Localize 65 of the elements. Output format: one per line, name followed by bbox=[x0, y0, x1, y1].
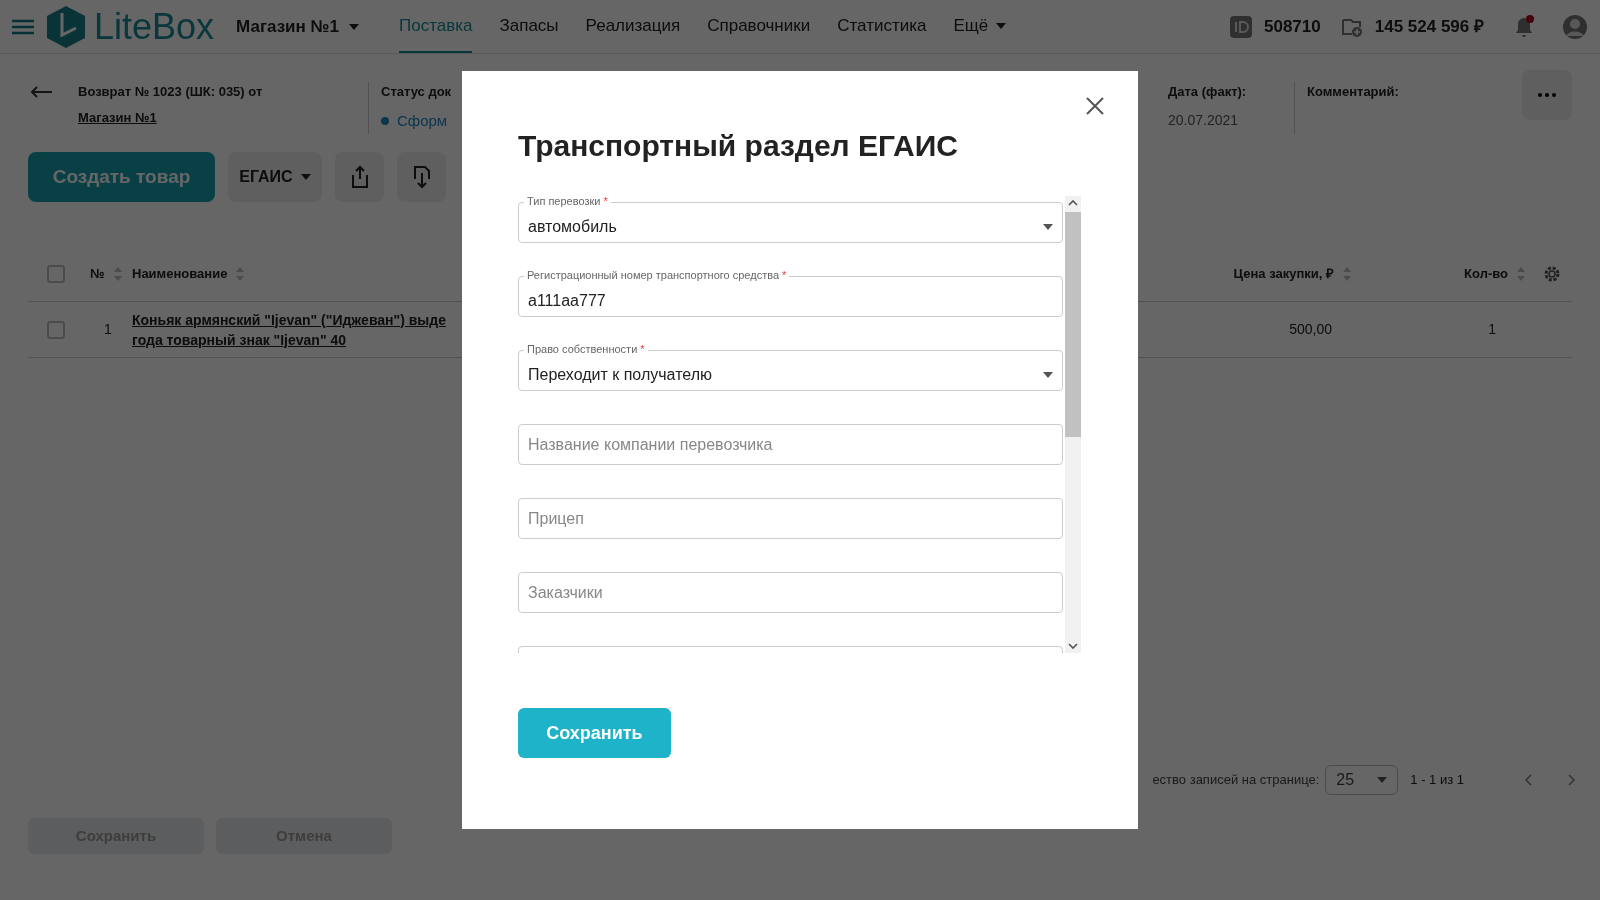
next-page-icon[interactable] bbox=[1568, 774, 1576, 786]
column-header[interactable]: Наименование bbox=[132, 263, 228, 284]
scroll-down-icon[interactable] bbox=[1068, 642, 1078, 650]
nav-tab[interactable]: Реализация bbox=[585, 0, 681, 53]
page-size-select[interactable]: 25 bbox=[1325, 765, 1399, 795]
field-label: Регистрационный номер транспортного средства * bbox=[524, 270, 790, 281]
logo-text: LiteBox bbox=[94, 8, 215, 45]
date-value: 20.07.2021 bbox=[1168, 110, 1240, 130]
checkbox[interactable] bbox=[47, 320, 65, 339]
field-label: Право собственности * bbox=[524, 344, 648, 355]
checkbox[interactable] bbox=[47, 264, 65, 283]
field-label: Тип перевозки * bbox=[524, 196, 611, 207]
export-button[interactable] bbox=[335, 152, 384, 202]
comment-label: Комментарий: bbox=[1307, 84, 1399, 99]
nav-tab[interactable]: Статистика bbox=[837, 0, 927, 53]
page-size-label: ество записей на странице: bbox=[1152, 771, 1320, 790]
sort-icon[interactable] bbox=[112, 265, 123, 282]
back-arrow-icon[interactable] bbox=[30, 86, 52, 98]
sort-icon[interactable] bbox=[235, 265, 246, 282]
caret-icon bbox=[300, 174, 311, 180]
menu-icon[interactable] bbox=[12, 18, 34, 35]
date-label: Дата (факт): bbox=[1168, 83, 1248, 101]
nav-tab[interactable]: Справочники bbox=[707, 0, 811, 53]
input-field[interactable]: Заказчики bbox=[518, 572, 1063, 613]
caret-icon bbox=[1043, 223, 1053, 230]
create-product-button[interactable]: Создать товар bbox=[28, 152, 215, 202]
save-button[interactable]: Сохранить bbox=[518, 708, 671, 758]
nav-tab[interactable]: Поставка bbox=[398, 0, 473, 53]
more-icon bbox=[1538, 93, 1556, 97]
input-field[interactable]: Прицеп bbox=[518, 498, 1063, 539]
store-link[interactable]: Магазин №1 bbox=[78, 107, 368, 127]
status-value: Сформ bbox=[397, 110, 448, 131]
scroll-up-icon[interactable] bbox=[1068, 199, 1078, 207]
egais-dropdown-button[interactable]: ЕГАИС bbox=[228, 152, 322, 202]
sort-icon[interactable] bbox=[1342, 265, 1352, 282]
import-button[interactable] bbox=[397, 152, 446, 202]
column-header[interactable]: Кол-во bbox=[1464, 263, 1508, 284]
nav-tab[interactable]: Запасы bbox=[499, 0, 559, 53]
avatar-icon[interactable] bbox=[1562, 13, 1588, 40]
caret-icon bbox=[1377, 777, 1388, 783]
caret-icon bbox=[1043, 371, 1053, 378]
table-cell-text: 500,00 bbox=[1289, 320, 1332, 339]
store-selector[interactable]: Магазин №1 bbox=[236, 13, 359, 40]
scrollbar[interactable] bbox=[1065, 196, 1081, 653]
balance-amount: 145 524 596 ₽ bbox=[1374, 15, 1484, 38]
close-icon[interactable] bbox=[1086, 97, 1104, 115]
table-cell-text: 1 bbox=[1488, 320, 1496, 339]
table-cell: 1 bbox=[104, 321, 112, 337]
previous-page-icon[interactable] bbox=[1524, 774, 1532, 786]
column-header[interactable]: Цена закупки, ₽ bbox=[1233, 263, 1334, 284]
id-icon bbox=[1230, 15, 1252, 38]
product-link[interactable]: Коньяк армянский "Ijevan" ("Иджеван") выде года товарный знак "Ijevan" 40 bbox=[132, 309, 462, 350]
document-title: Возврат № 1023 (ШК: 035) от bbox=[78, 83, 264, 101]
column-header[interactable]: № bbox=[90, 263, 105, 284]
sort-icon[interactable] bbox=[1516, 265, 1526, 282]
caret-icon bbox=[348, 23, 359, 30]
page-range: 1 - 1 из 1 bbox=[1410, 771, 1464, 790]
status-label: Статус док bbox=[381, 83, 452, 101]
nav-tab[interactable]: Ещё bbox=[953, 0, 1007, 53]
account-id: 508710 bbox=[1264, 15, 1321, 38]
upload-icon bbox=[349, 165, 370, 189]
download-icon bbox=[411, 165, 432, 189]
modal-title: Транспортный раздел ЕГАИС bbox=[518, 128, 958, 164]
logo-icon bbox=[46, 4, 86, 49]
input-field[interactable]: Название компании перевозчика bbox=[518, 424, 1063, 465]
